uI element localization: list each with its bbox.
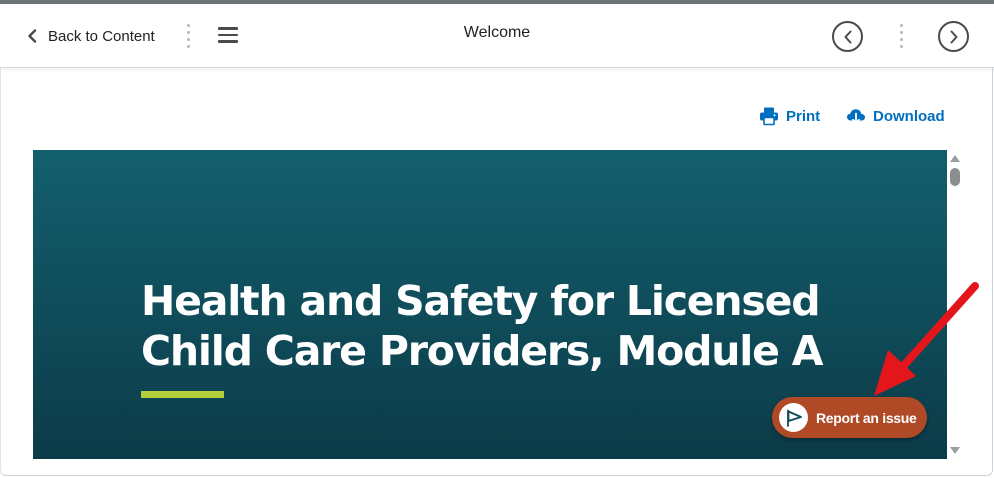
accent-underline xyxy=(141,391,224,398)
separator-dots xyxy=(186,24,190,48)
previous-topic-button[interactable] xyxy=(832,21,863,52)
flag-icon xyxy=(779,403,808,432)
back-to-content-label: Back to Content xyxy=(48,27,155,45)
report-issue-label: Report an issue xyxy=(816,409,917,426)
next-topic-button[interactable] xyxy=(938,21,969,52)
hamburger-icon xyxy=(218,27,238,30)
table-of-contents-button[interactable] xyxy=(218,26,238,44)
scrollbar-thumb[interactable] xyxy=(950,168,960,186)
separator-dots xyxy=(899,24,903,48)
download-label: Download xyxy=(873,107,945,125)
chevron-left-circle-icon xyxy=(844,30,851,43)
chevron-left-icon xyxy=(28,29,37,43)
print-button[interactable]: Print xyxy=(759,106,820,126)
download-button[interactable]: Download xyxy=(846,106,945,126)
scroll-up-arrow-icon[interactable] xyxy=(950,155,960,162)
print-label: Print xyxy=(786,107,821,125)
cloud-download-icon xyxy=(847,109,865,124)
printer-icon xyxy=(760,107,778,126)
back-to-content-link[interactable]: Back to Content xyxy=(26,24,155,48)
chevron-right-circle-icon xyxy=(950,30,957,43)
scroll-down-arrow-icon[interactable] xyxy=(950,447,960,454)
content-navbar: Back to Content Welcome xyxy=(0,4,994,68)
content-scrollbar[interactable] xyxy=(947,150,963,459)
report-issue-button[interactable]: Report an issue xyxy=(772,397,927,438)
module-heading: Health and Safety for Licensed Child Car… xyxy=(141,277,823,375)
